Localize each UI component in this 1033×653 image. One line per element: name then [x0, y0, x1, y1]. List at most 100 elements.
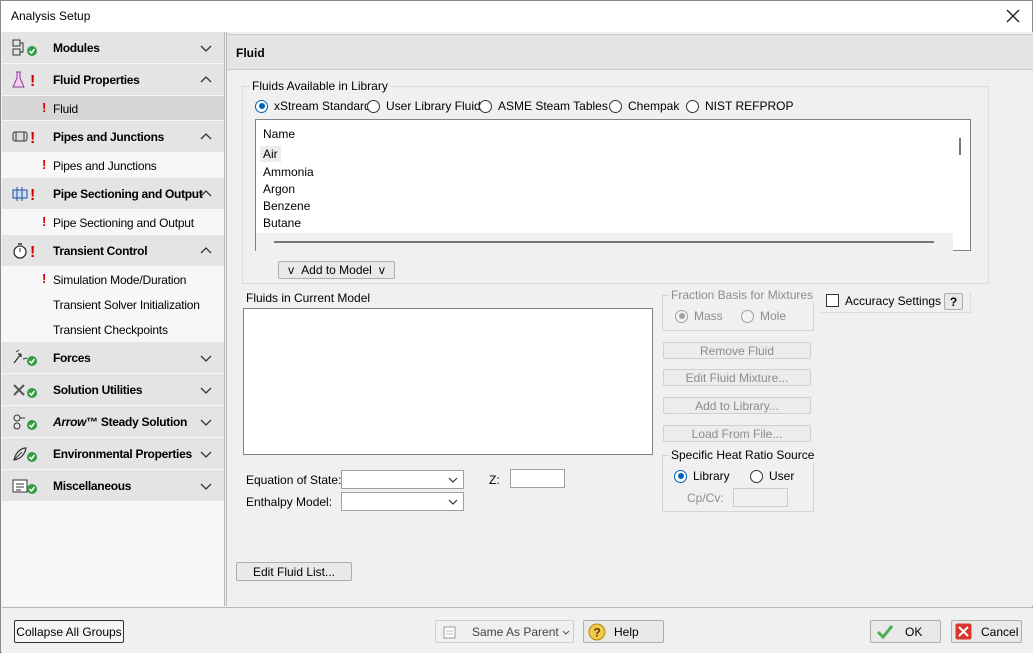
- list-item[interactable]: Butane: [263, 216, 301, 230]
- chevron-down-icon: [200, 45, 212, 52]
- svg-text:!: !: [30, 187, 35, 203]
- sidebar-group-solution-utilities[interactable]: Solution Utilities: [2, 374, 224, 406]
- chevron-down-icon: v: [288, 263, 295, 277]
- radio-dot: [741, 309, 754, 323]
- edit-fluid-mixture-button[interactable]: Edit Fluid Mixture...: [663, 369, 811, 386]
- main-panel: Fluid Fluids Available in Library xStrea…: [226, 32, 1033, 606]
- chevron-down-icon: [200, 387, 212, 394]
- error-icon: !: [42, 157, 47, 172]
- sidebar-group-steady-solution[interactable]: Arrow™ Steady Solution: [2, 406, 224, 438]
- sidebar-group-pipes-and-junctions[interactable]: ! Pipes and Junctions: [2, 121, 224, 153]
- sidebar-item-pipe-sectioning[interactable]: ! Pipe Sectioning and Output: [2, 210, 224, 234]
- radio-nist-refprop[interactable]: NIST REFPROP: [686, 99, 793, 113]
- chevron-up-icon: [200, 76, 212, 83]
- radio-asme-steam-tables[interactable]: ASME Steam Tables: [479, 99, 608, 113]
- equation-of-state-label: Equation of State:: [246, 473, 342, 487]
- remove-fluid-button[interactable]: Remove Fluid: [663, 342, 811, 359]
- panel-header: Fluid: [227, 34, 1033, 70]
- current-model-fluid-list[interactable]: [243, 308, 653, 455]
- vertical-scrollbar-thumb[interactable]: [959, 138, 961, 155]
- chevron-down-icon: [448, 499, 458, 505]
- radio-xstream-standard[interactable]: xStream Standard: [255, 99, 371, 113]
- sidebar-group-label: Pipes and Junctions: [53, 130, 164, 144]
- footer-bar: Collapse All Groups Same As Parent ? Hel…: [2, 607, 1033, 653]
- sidebar-item-simulation-mode[interactable]: ! Simulation Mode/Duration: [2, 267, 224, 291]
- same-as-parent-label: Same As Parent: [472, 624, 559, 639]
- sidebar-group-label: Arrow™ Steady Solution: [53, 415, 187, 429]
- radio-label: User: [769, 469, 795, 483]
- list-item[interactable]: Air: [260, 146, 281, 162]
- misc-icon: [12, 479, 37, 494]
- add-to-model-button[interactable]: v Add to Model v: [278, 261, 395, 279]
- sidebar-group-pipe-sectioning[interactable]: ! Pipe Sectioning and Output: [2, 178, 224, 210]
- sidebar-item-fluid[interactable]: ! Fluid: [2, 96, 224, 120]
- analysis-setup-window: Analysis Setup Modules ! Fluid Propertie…: [0, 0, 1033, 653]
- list-item[interactable]: Ammonia: [263, 165, 314, 179]
- chevron-down-icon: [200, 355, 212, 362]
- radio-label: Chempak: [628, 99, 680, 113]
- z-input[interactable]: [510, 469, 565, 488]
- close-icon[interactable]: [1002, 5, 1024, 27]
- current-model-label: Fluids in Current Model: [246, 291, 371, 305]
- load-from-file-button[interactable]: Load From File...: [663, 425, 811, 442]
- sidebar-item-pipes-and-junctions[interactable]: ! Pipes and Junctions: [2, 153, 224, 177]
- sidebar-item-transient-solver-init[interactable]: Transient Solver Initialization: [2, 292, 224, 316]
- pipe-icon: !: [12, 130, 35, 146]
- list-column-header: Name: [263, 127, 296, 141]
- same-as-parent-dropdown[interactable]: Same As Parent: [435, 620, 574, 643]
- add-to-library-button[interactable]: Add to Library...: [663, 397, 811, 414]
- equation-of-state-select[interactable]: [341, 470, 464, 489]
- chevron-down-icon: [448, 477, 458, 483]
- sidebar-group-label: Fluid Properties: [53, 73, 140, 87]
- list-item[interactable]: Benzene: [263, 199, 310, 213]
- radio-library[interactable]: Library: [674, 469, 730, 483]
- radio-chempak[interactable]: Chempak: [609, 99, 679, 113]
- sidebar-item-label: Simulation Mode/Duration: [53, 273, 187, 287]
- cpcv-input[interactable]: [733, 488, 788, 507]
- sidebar-item-label: Transient Checkpoints: [53, 323, 168, 337]
- list-item[interactable]: Argon: [263, 182, 295, 196]
- radio-user-library-fluid[interactable]: User Library Fluid: [367, 99, 481, 113]
- sidebar-group-forces[interactable]: Forces: [2, 342, 224, 374]
- sidebar-group-environmental-properties[interactable]: Environmental Properties: [2, 438, 224, 470]
- check-icon: [876, 624, 894, 639]
- sidebar-item-transient-checkpoints[interactable]: Transient Checkpoints: [2, 317, 224, 341]
- collapse-all-groups-button[interactable]: Collapse All Groups: [14, 620, 124, 643]
- svg-text:!: !: [30, 73, 35, 89]
- radio-dot: [367, 99, 380, 113]
- cancel-button[interactable]: Cancel: [951, 620, 1022, 643]
- enthalpy-model-select[interactable]: [341, 492, 464, 511]
- window-title: Analysis Setup: [11, 9, 91, 23]
- accuracy-help-button[interactable]: ?: [944, 293, 963, 310]
- help-button[interactable]: ? Help: [583, 620, 664, 643]
- horizontal-scrollbar[interactable]: [256, 233, 953, 251]
- heat-ratio-legend: Specific Heat Ratio Source: [669, 448, 817, 462]
- radio-mass[interactable]: Mass: [675, 309, 723, 323]
- accuracy-settings-checkbox[interactable]: [826, 294, 839, 307]
- horizontal-scrollbar-thumb[interactable]: [274, 241, 934, 243]
- fraction-basis-legend: Fraction Basis for Mixtures: [669, 288, 816, 302]
- sidebar-group-modules[interactable]: Modules: [2, 32, 224, 64]
- accuracy-settings-label: Accuracy Settings: [845, 294, 942, 308]
- radio-label: xStream Standard: [274, 99, 371, 113]
- chevron-down-icon: [200, 451, 212, 458]
- radio-label: ASME Steam Tables: [498, 99, 608, 113]
- edit-fluid-list-button[interactable]: Edit Fluid List...: [236, 562, 352, 581]
- sidebar-group-transient-control[interactable]: ! Transient Control: [2, 235, 224, 267]
- sidebar-group-label: Pipe Sectioning and Output: [53, 187, 203, 201]
- radio-mole[interactable]: Mole: [741, 309, 786, 323]
- z-label: Z:: [489, 473, 500, 487]
- sidebar-item-label: Fluid: [53, 102, 79, 116]
- sidebar-group-fluid-properties[interactable]: ! Fluid Properties: [2, 64, 224, 96]
- error-icon: !: [42, 271, 47, 286]
- chevron-down-icon: [200, 419, 212, 426]
- radio-user[interactable]: User: [750, 469, 794, 483]
- forces-icon: [13, 349, 37, 366]
- sidebar-group-miscellaneous[interactable]: Miscellaneous: [2, 470, 224, 502]
- sidebar-group-label: Transient Control: [53, 244, 148, 258]
- sidebar-item-label: Pipe Sectioning and Output: [53, 216, 194, 230]
- chevron-up-icon: [200, 133, 212, 140]
- library-fluid-list[interactable]: Name Air Ammonia Argon Benzene Butane: [255, 119, 971, 251]
- ok-button[interactable]: OK: [870, 620, 941, 643]
- svg-text:!: !: [30, 130, 35, 146]
